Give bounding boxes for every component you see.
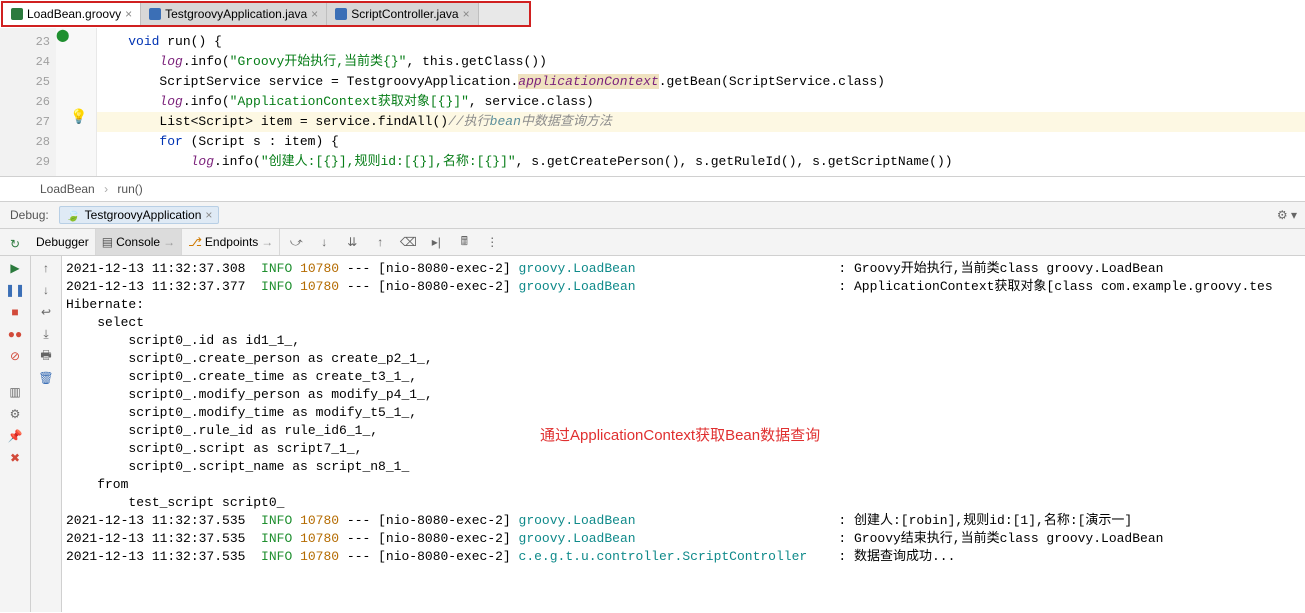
settings-icon[interactable]: ⚙	[7, 406, 23, 422]
tab-label: TestgroovyApplication.java	[165, 7, 307, 21]
code-editor[interactable]: 232425 262728 29 ⬤ 💡 void run() { log.in…	[0, 28, 1305, 177]
tab-label: ScriptController.java	[351, 7, 458, 21]
pin-icon[interactable]: 📌	[7, 428, 23, 444]
tab-label: LoadBean.groovy	[27, 7, 121, 21]
print-icon[interactable]: 🖶	[38, 348, 54, 364]
soft-wrap-icon[interactable]: ↩	[38, 304, 54, 320]
editor-tabs: LoadBean.groovy × TestgroovyApplication.…	[1, 1, 531, 27]
rerun-icon[interactable]: ↻	[7, 236, 23, 252]
up-icon[interactable]: ↑	[38, 260, 54, 276]
spring-icon: 🍃	[66, 208, 81, 222]
tab-loadbean[interactable]: LoadBean.groovy ×	[3, 3, 141, 25]
close-icon[interactable]: ✖	[7, 450, 23, 466]
close-icon[interactable]: ×	[311, 7, 318, 21]
annotation-text: 通过ApplicationContext获取Bean数据查询	[540, 424, 820, 445]
layout-icon[interactable]: ▥	[7, 384, 23, 400]
endpoints-icon: ⎇	[188, 235, 202, 249]
mute-breakpoints-icon[interactable]: ⊘	[7, 348, 23, 364]
debug-toolbar: ↻ Debugger ▤ Console → ⎇ Endpoints → ⤻ ↓…	[0, 229, 1305, 256]
drop-frame-icon[interactable]: ⌫	[400, 234, 416, 250]
close-icon[interactable]: ×	[125, 7, 132, 21]
breadcrumb[interactable]: LoadBean › run()	[0, 177, 1305, 202]
pin-icon[interactable]: →	[163, 235, 175, 249]
breadcrumb-class[interactable]: LoadBean	[40, 182, 95, 196]
code-area[interactable]: void run() { log.info("Groovy开始执行,当前类{}"…	[97, 28, 1305, 176]
resume-icon[interactable]: ▶	[7, 260, 23, 276]
force-step-icon[interactable]: ⇊	[344, 234, 360, 250]
trace-icon[interactable]: ⋮	[484, 234, 500, 250]
gutter-icons: ⬤ 💡	[56, 28, 97, 176]
tab-testgroovyapp[interactable]: TestgroovyApplication.java ×	[141, 3, 327, 25]
pin-icon[interactable]: →	[261, 235, 273, 249]
line-numbers: 232425 262728 29	[0, 28, 56, 176]
view-breakpoints-icon[interactable]: ●●	[7, 326, 23, 342]
chevron-right-icon: ›	[104, 182, 108, 196]
debug-label: Debug:	[0, 208, 59, 222]
console-left-icons: ↑ ↓ ↩ ⤓ 🖶 🗑	[31, 256, 62, 612]
step-over-icon[interactable]: ⤻	[288, 234, 304, 250]
endpoints-tab[interactable]: ⎇ Endpoints →	[182, 229, 280, 255]
breadcrumb-method[interactable]: run()	[117, 182, 142, 196]
gear-icon[interactable]: ⚙ ▾	[1277, 208, 1297, 222]
clear-icon[interactable]: 🗑	[38, 370, 54, 386]
java-icon	[335, 8, 347, 20]
tab-scriptcontroller[interactable]: ScriptController.java ×	[327, 3, 478, 25]
groovy-icon	[11, 8, 23, 20]
debugger-tab[interactable]: Debugger	[30, 229, 96, 255]
close-icon[interactable]: ×	[463, 7, 470, 21]
close-icon[interactable]: ×	[205, 208, 212, 222]
step-into-icon[interactable]: ↓	[316, 234, 332, 250]
down-icon[interactable]: ↓	[38, 282, 54, 298]
console-icon: ▤	[102, 235, 113, 249]
override-icon[interactable]: ⬤	[56, 28, 69, 42]
bulb-icon[interactable]: 💡	[56, 108, 96, 128]
debug-bar: Debug: 🍃 TestgroovyApplication × ⚙ ▾	[0, 202, 1305, 229]
run-to-cursor-icon[interactable]: ▸|	[428, 234, 444, 250]
java-icon	[149, 8, 161, 20]
scroll-end-icon[interactable]: ⤓	[38, 326, 54, 342]
stop-icon[interactable]: ■	[7, 304, 23, 320]
evaluate-icon[interactable]: 🖩	[456, 234, 472, 250]
debug-left-icons: ▶ ❚❚ ■ ●● ⊘ ▥ ⚙ 📌 ✖	[0, 256, 31, 612]
step-out-icon[interactable]: ↑	[372, 234, 388, 250]
debug-config-tab[interactable]: 🍃 TestgroovyApplication ×	[59, 206, 220, 224]
console-tab[interactable]: ▤ Console →	[96, 229, 182, 255]
pause-icon[interactable]: ❚❚	[7, 282, 23, 298]
debug-app-name: TestgroovyApplication	[85, 208, 202, 222]
